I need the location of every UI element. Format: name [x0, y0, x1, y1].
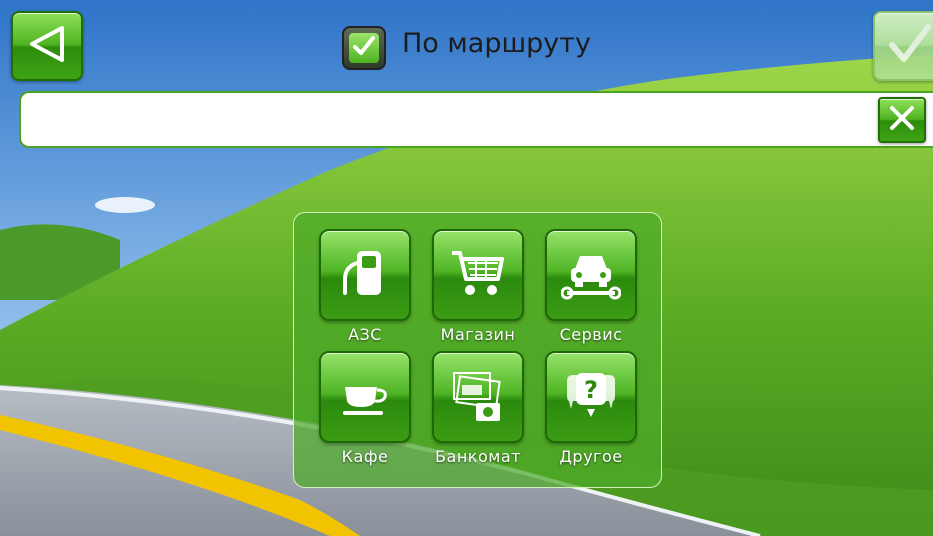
route-checkbox[interactable]	[342, 26, 386, 70]
category-atm[interactable]: Банкомат	[431, 351, 525, 466]
checkmark-icon	[352, 34, 376, 62]
category-label: Банкомат	[435, 447, 521, 466]
category-tile[interactable]	[319, 351, 411, 443]
category-label: АЗС	[348, 325, 382, 344]
close-x-icon	[887, 103, 917, 137]
back-button[interactable]	[11, 11, 83, 81]
poi-category-panel: АЗС Магазин Сервис Кафе Банкомат ? Друго…	[293, 212, 662, 488]
back-triangle-icon	[26, 23, 68, 69]
category-fuel[interactable]: АЗС	[318, 229, 412, 344]
category-label: Кафе	[341, 447, 389, 466]
category-label: Сервис	[559, 325, 623, 344]
category-label: Магазин	[440, 325, 516, 344]
atm-cash-icon	[448, 365, 508, 429]
svg-text:?: ?	[584, 376, 598, 404]
fuel-pump-icon	[335, 243, 395, 307]
search-input[interactable]	[35, 101, 859, 141]
question-bubble-icon: ?	[561, 365, 621, 429]
confirm-button[interactable]	[873, 11, 933, 81]
category-tile[interactable]	[432, 229, 524, 321]
search-field[interactable]	[19, 91, 933, 148]
checkmark-icon	[886, 21, 932, 71]
category-cafe[interactable]: Кафе	[318, 351, 412, 466]
category-other[interactable]: ? Другое	[544, 351, 638, 466]
category-tile[interactable]	[545, 229, 637, 321]
car-service-icon	[560, 243, 622, 307]
category-label: Другое	[559, 447, 623, 466]
category-tile[interactable]	[319, 229, 411, 321]
category-shop[interactable]: Магазин	[431, 229, 525, 344]
category-tile[interactable]: ?	[545, 351, 637, 443]
clear-search-button[interactable]	[878, 97, 926, 143]
coffee-cup-icon	[335, 365, 395, 429]
route-label[interactable]: По маршруту	[402, 28, 591, 59]
category-tile[interactable]	[432, 351, 524, 443]
category-service[interactable]: Сервис	[544, 229, 638, 344]
shopping-cart-icon	[448, 243, 508, 307]
